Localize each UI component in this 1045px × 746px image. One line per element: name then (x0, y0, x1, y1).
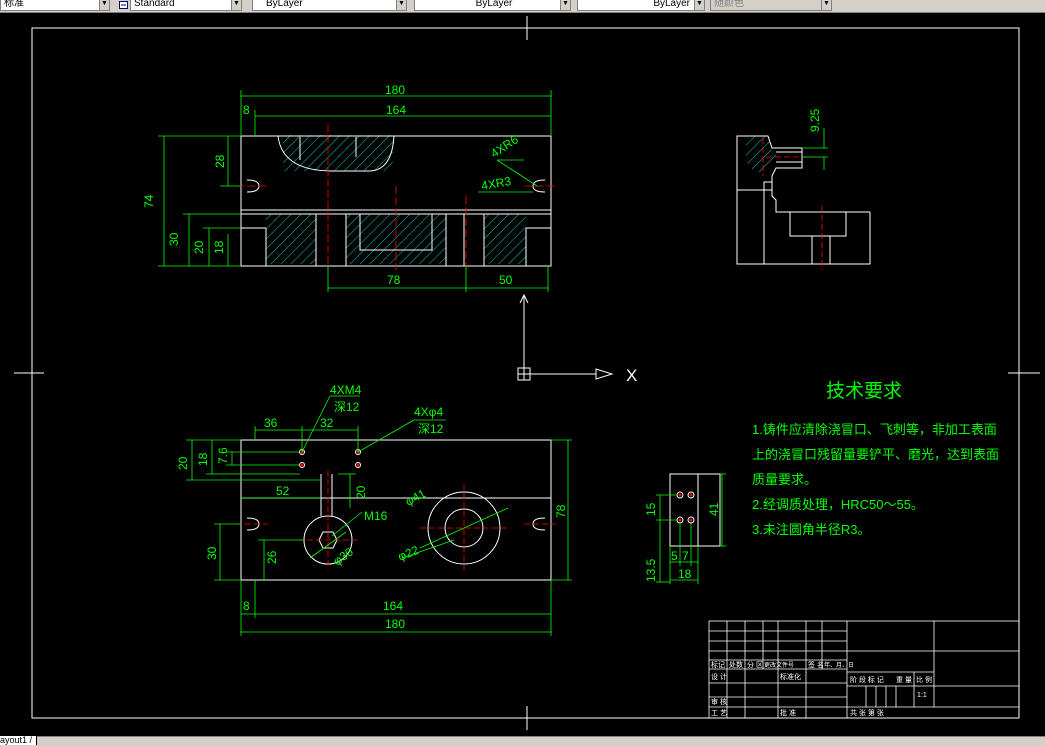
dim-13-5-label: 13.5 (644, 558, 658, 582)
dim-style-dropdown[interactable]: Standard ▼ (130, 0, 242, 11)
dim-18-label: 18 (196, 452, 210, 466)
notes-line-2: 上的浇冒口残留量要铲平、磨光，达到表面 (752, 447, 999, 462)
dim-15-label: 15 (644, 502, 658, 516)
detail-view: 15 41 5 7 13.5 18 (644, 473, 726, 584)
lineweight-value: ByLayer (653, 0, 690, 9)
drawing-canvas[interactable]: 180 164 8 28 74 30 20 18 78 50 4XR6 4XR3 (0, 12, 1045, 736)
title-block (708, 620, 1020, 719)
tb-count: 处数 (729, 660, 743, 669)
notes-line-5: 3.未注圆角半径R3。 (752, 522, 870, 537)
hole-d4-depth-label: 深12 (418, 422, 444, 436)
tb-date: 年、月、日 (824, 661, 854, 669)
dim-8-label: 8 (243, 599, 250, 613)
tb-design: 设 计 (711, 672, 727, 681)
dim-41-label: 41 (707, 502, 721, 516)
technical-notes: 技术要求 1.铸件应清除浇冒口、飞刺等，非加工表面 上的浇冒口残留量要铲平、磨光… (752, 380, 999, 537)
tb-mark: 标记 (711, 660, 725, 669)
dim-20-slot-label: 20 (354, 485, 368, 499)
ucs-icon (517, 293, 614, 381)
tb-check: 审 核 (711, 697, 727, 706)
tb-scale-value: 1:1 (917, 692, 927, 699)
tb-weight: 重 量 (896, 676, 912, 684)
plot-style-dropdown[interactable]: 随颜色 ▼ (710, 0, 832, 11)
lineweight-dropdown[interactable]: ByLayer ▼ (577, 0, 705, 11)
thread-m4-depth-label: 深12 (334, 400, 360, 414)
tb-process: 工 艺 (711, 709, 727, 717)
ucs-x-label: X (626, 366, 637, 385)
dim-52-label: 52 (276, 484, 290, 498)
dim-180-label: 180 (385, 83, 405, 97)
hole-d4-label: 4Xφ4 (414, 405, 443, 419)
linetype-value: ByLayer (475, 0, 513, 9)
layer-color-dropdown[interactable]: ByLayer ▼ (252, 0, 407, 11)
chevron-down-icon[interactable]: ▼ (231, 0, 241, 10)
dim-78-label: 78 (554, 504, 568, 518)
dim-32-label: 32 (320, 416, 334, 430)
tb-scale: 比 例 (916, 675, 932, 684)
radius-r3-label: 4XR3 (480, 174, 512, 193)
notes-line-1: 1.铸件应清除浇冒口、飞刺等，非加工表面 (752, 422, 997, 437)
dim-164-label: 164 (386, 103, 406, 117)
text-style-value: 标准 (4, 0, 24, 9)
chevron-down-icon[interactable]: ▼ (99, 0, 109, 10)
notes-line-3: 质量要求。 (752, 472, 817, 487)
dim-30-label: 30 (167, 232, 181, 246)
dim-20-top-label: 20 (176, 456, 190, 470)
plan-view-dim-text: 4XM4 深12 4Xφ4 深12 36 32 20 18 7.6 52 20 … (176, 383, 568, 631)
dim-18-label: 18 (212, 240, 226, 254)
plan-view (236, 439, 556, 581)
thread-m4-label: 4XM4 (330, 383, 362, 397)
text-style-dropdown[interactable]: 标准 ▼ (0, 0, 110, 11)
plot-style-value: 随颜色 (714, 0, 744, 9)
dim-20-label: 20 (192, 240, 206, 254)
tb-change-doc: 更改文件号 (764, 661, 794, 669)
dim-7-label: 7 (682, 549, 689, 563)
dim-164-label: 164 (383, 599, 403, 613)
tb-approve: 批 准 (780, 708, 796, 717)
chevron-down-icon[interactable]: ▼ (560, 0, 570, 10)
diameter-41-label: φ41 (403, 486, 429, 508)
tb-sheets: 共 张 第 张 (850, 708, 884, 717)
dim-9-25-label: 9.25 (808, 108, 822, 132)
dim-180-label: 180 (385, 617, 405, 631)
dim-18-label: 18 (678, 567, 692, 581)
dim-30-label: 30 (205, 546, 219, 560)
linetype-dropdown[interactable]: ByLayer ▼ (414, 0, 571, 11)
notes-line-4: 2.经调质处理，HRC50～55。 (752, 497, 924, 512)
tb-sign: 签 名 (808, 660, 824, 669)
tb-zone: 分 区 (747, 660, 763, 669)
dim-78-label: 78 (387, 273, 401, 287)
dim-style-value: Standard (134, 0, 175, 9)
chevron-down-icon[interactable]: ▼ (821, 0, 831, 10)
tb-standard: 标准化 (780, 672, 801, 681)
notes-title: 技术要求 (826, 380, 902, 402)
thread-m16-label: M16 (364, 509, 388, 523)
tb-stage: 阶 段 标 记 (850, 675, 884, 684)
chevron-down-icon[interactable]: ▼ (396, 0, 406, 10)
diameter-30-label: φ30 (331, 544, 357, 568)
chevron-down-icon[interactable]: ▼ (694, 0, 704, 10)
dim-36-label: 36 (264, 416, 278, 430)
title-block-text: 标记 处数 分 区 更改文件号 签 名 年、月、日 设 计 标准化 审 核 工 … (711, 660, 932, 717)
layer-color-value: ByLayer (266, 0, 303, 9)
dim-8-label: 8 (243, 103, 250, 117)
dim-74-label: 74 (142, 194, 156, 208)
tab-layout1[interactable]: ayout1 / (0, 735, 38, 745)
dim-7-6-label: 7.6 (216, 447, 230, 464)
dim-50-label: 50 (499, 273, 513, 287)
tab-layout1-label: ayout1 / (0, 735, 33, 745)
diameter-22-label: φ22 (396, 543, 421, 564)
dimstyle-icon (119, 1, 128, 9)
side-view: 9.25 (736, 108, 871, 270)
dim-5-label: 5 (671, 549, 678, 563)
dim-26-label: 26 (265, 550, 279, 564)
drawing-frame (14, 16, 1040, 730)
dim-28-label: 28 (213, 154, 227, 168)
